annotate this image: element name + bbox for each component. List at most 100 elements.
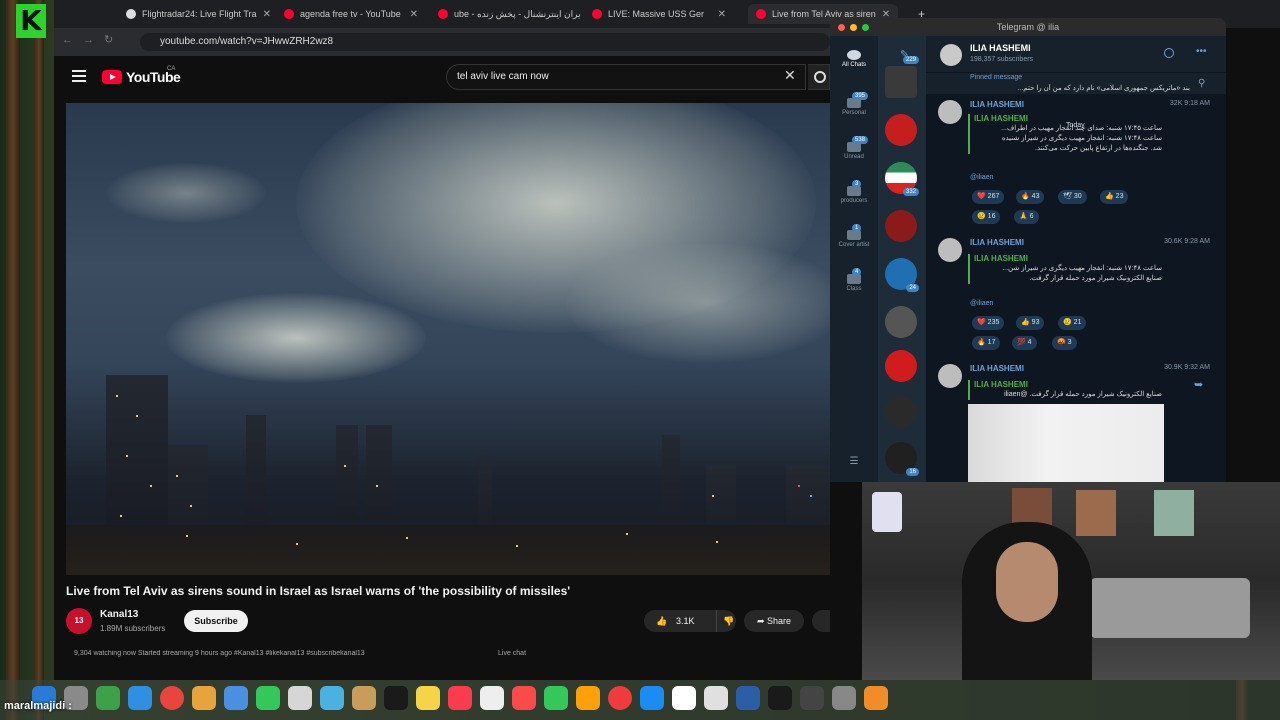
reaction-chip[interactable]: 👍 23 bbox=[1100, 190, 1129, 204]
reaction-chip[interactable]: 😢 16 bbox=[972, 210, 1001, 224]
calendar-icon[interactable] bbox=[288, 686, 312, 710]
search-input[interactable]: tel aviv live cam now bbox=[446, 64, 806, 90]
notion-icon[interactable] bbox=[672, 686, 696, 710]
folder-all-chats[interactable]: All Chats bbox=[830, 50, 878, 68]
close-tab-icon[interactable]: ✕ bbox=[718, 9, 726, 20]
stickies-icon[interactable] bbox=[416, 686, 440, 710]
app-icon[interactable] bbox=[768, 686, 792, 710]
app-icon[interactable] bbox=[96, 686, 120, 710]
reaction-chip[interactable]: 👍 93 bbox=[1016, 316, 1045, 330]
browser-tab[interactable]: Flightradar24: Live Flight Tra ✕ bbox=[118, 4, 274, 24]
chat-list-item[interactable]: 332 bbox=[885, 162, 919, 196]
reaction-chip[interactable]: ❤️ 235 bbox=[972, 316, 1005, 330]
reaction-chip[interactable]: 🙏 6 bbox=[1014, 210, 1039, 224]
channel-avatar[interactable] bbox=[940, 44, 962, 66]
folder-sidebar: All Chats 395 Personal 538 Unread 3 produce… bbox=[830, 36, 878, 482]
settings-sliders-icon[interactable]: ☰ bbox=[830, 456, 878, 467]
share-button[interactable]: ➦ Share bbox=[744, 610, 804, 632]
message-avatar[interactable] bbox=[938, 100, 962, 124]
message-sender[interactable]: ILIA HASHEMI bbox=[970, 364, 1024, 373]
message-sender[interactable]: ILIA HASHEMI bbox=[970, 238, 1024, 247]
minimize-window-icon[interactable] bbox=[850, 24, 857, 31]
music-icon[interactable] bbox=[448, 686, 472, 710]
thumbs-down-icon[interactable]: 👎 bbox=[716, 610, 734, 632]
chat-list-item[interactable]: 229 bbox=[885, 56, 919, 98]
channel-avatar[interactable]: 13 bbox=[66, 608, 92, 634]
nav-arrows-icon[interactable]: ←→↻ bbox=[62, 33, 123, 46]
clear-search-icon[interactable]: ✕ bbox=[784, 67, 796, 84]
safari-icon[interactable] bbox=[128, 686, 152, 710]
app-icon[interactable] bbox=[864, 686, 888, 710]
apple-tv-icon[interactable] bbox=[384, 686, 408, 710]
close-tab-icon[interactable]: ✕ bbox=[263, 9, 271, 20]
browser-tab[interactable]: LIVE: Massive USS Ger ✕ bbox=[584, 4, 734, 24]
reaction-chip[interactable]: ❤️ 267 bbox=[972, 190, 1005, 204]
forwarded-quote[interactable]: ILIA HASHEMI ساعت ۱۷:۴۵ شنبه: صدای چند ا… bbox=[968, 114, 1162, 154]
app-icon[interactable] bbox=[800, 686, 824, 710]
message-image[interactable] bbox=[968, 404, 1164, 482]
reaction-chip[interactable]: 🕊 30 bbox=[1058, 190, 1087, 204]
reaction-chip[interactable]: 🔥 43 bbox=[1016, 190, 1045, 204]
forwarded-quote[interactable]: ILIA HASHEMI صنایع الکترونیک شیراز مورد … bbox=[968, 380, 1162, 400]
zoom-window-icon[interactable] bbox=[862, 24, 869, 31]
browser-tab[interactable]: ube - ایران اینترنشنال - پخش زنده✕ bbox=[430, 4, 580, 24]
chat-list-item[interactable]: 16 bbox=[885, 442, 919, 476]
message-sender[interactable]: ILIA HASHEMI bbox=[970, 100, 1024, 109]
app-icon[interactable] bbox=[736, 686, 760, 710]
video-player[interactable] bbox=[66, 103, 830, 575]
photos-icon[interactable] bbox=[192, 686, 216, 710]
calendar-date-icon[interactable] bbox=[480, 686, 504, 710]
notes-icon[interactable] bbox=[352, 686, 376, 710]
chat-list-item[interactable] bbox=[885, 210, 917, 242]
chat-list-item[interactable] bbox=[885, 306, 917, 338]
live-chat-header[interactable]: Live chat bbox=[498, 650, 526, 657]
app-icon[interactable] bbox=[608, 686, 632, 710]
mention-link[interactable]: @iliaen bbox=[970, 300, 993, 307]
numbers-icon[interactable] bbox=[544, 686, 568, 710]
pinned-list-icon[interactable]: ⚲ bbox=[1198, 78, 1205, 89]
subscribe-button[interactable]: Subscribe bbox=[184, 610, 248, 632]
mention-link[interactable]: @iliaen bbox=[970, 174, 993, 181]
close-tab-icon[interactable]: ✕ bbox=[410, 9, 418, 20]
folder-class[interactable]: 4 Class bbox=[830, 268, 878, 292]
app-store-icon[interactable] bbox=[640, 686, 664, 710]
folder-unread[interactable]: 538 Unread bbox=[830, 136, 878, 160]
folder-cover-artist[interactable]: 1 Cover artist bbox=[830, 224, 878, 248]
forward-icon[interactable]: ➥ bbox=[1194, 378, 1203, 391]
reaction-chip[interactable]: 🤬 3 bbox=[1052, 336, 1077, 350]
messages-icon[interactable] bbox=[256, 686, 280, 710]
maps-icon[interactable] bbox=[320, 686, 344, 710]
compose-icon[interactable]: ✎ bbox=[900, 48, 909, 61]
app-icon[interactable] bbox=[832, 686, 856, 710]
reaction-chip[interactable]: 🔥 17 bbox=[972, 336, 1001, 350]
message-avatar[interactable] bbox=[938, 238, 962, 262]
mail-icon[interactable] bbox=[224, 686, 248, 710]
browser-tab[interactable]: agenda free tv - YouTube ✕ bbox=[276, 4, 426, 24]
reaction-chip[interactable]: 😢 21 bbox=[1058, 316, 1087, 330]
calendar-app-icon[interactable] bbox=[704, 686, 728, 710]
chat-list-item[interactable] bbox=[885, 350, 917, 382]
chat-list-item[interactable] bbox=[885, 114, 917, 146]
thumbs-up-icon[interactable]: 👍 bbox=[656, 610, 667, 632]
folder-producers[interactable]: 3 producers bbox=[830, 180, 878, 204]
message-avatar[interactable] bbox=[938, 364, 962, 388]
search-icon[interactable] bbox=[808, 64, 830, 90]
chat-list-item[interactable] bbox=[885, 396, 917, 428]
more-actions-button[interactable] bbox=[812, 610, 830, 632]
chat-list-item[interactable]: 24 bbox=[885, 258, 919, 292]
channel-name[interactable]: ILIA HASHEMI bbox=[970, 43, 1031, 53]
pages-icon[interactable] bbox=[576, 686, 600, 710]
folder-personal[interactable]: 395 Personal bbox=[830, 92, 878, 116]
forwarded-quote[interactable]: ILIA HASHEMI ساعت ۱۷:۴۸ شنبه: انفجار مهی… bbox=[968, 254, 1162, 284]
description-preview[interactable]: 9,304 watching now Started streaming 9 h… bbox=[74, 650, 464, 660]
search-icon[interactable] bbox=[1164, 48, 1174, 58]
url-field[interactable]: youtube.com/watch?v=JHwwZRH2wz8 bbox=[140, 33, 830, 51]
hamburger-menu-icon[interactable] bbox=[72, 70, 86, 82]
like-count[interactable]: 3.1K bbox=[676, 610, 695, 632]
close-window-icon[interactable] bbox=[838, 24, 845, 31]
more-options-icon[interactable]: ••• bbox=[1196, 46, 1207, 57]
chrome-icon[interactable] bbox=[160, 686, 184, 710]
reaction-chip[interactable]: 💯 4 bbox=[1012, 336, 1037, 350]
channel-name[interactable]: Kanal13 bbox=[100, 609, 138, 620]
news-icon[interactable] bbox=[512, 686, 536, 710]
